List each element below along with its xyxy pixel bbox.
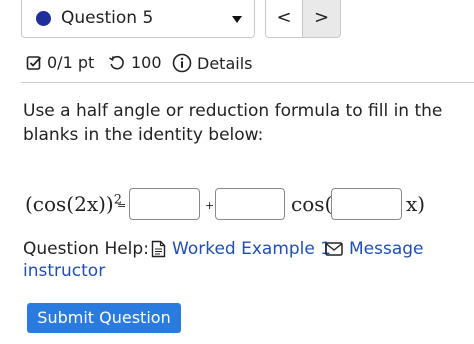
message-instructor-link-continued[interactable]: instructor bbox=[23, 260, 105, 282]
question-prompt: Use a half angle or reduction formula to… bbox=[23, 101, 443, 145]
previous-question-button[interactable]: < bbox=[265, 0, 303, 38]
info-icon bbox=[172, 53, 192, 73]
formula-lhs: (cos(2x))2 bbox=[25, 192, 123, 216]
equals-sign: = bbox=[117, 199, 127, 212]
formula-row: (cos(2x))2 = + cos( x) bbox=[25, 186, 465, 224]
message-instructor-link[interactable]: Message bbox=[325, 238, 424, 260]
cos-open: cos( bbox=[291, 192, 333, 216]
retry-icon bbox=[109, 55, 124, 70]
question-label: Question 5 bbox=[61, 8, 154, 28]
question-navigation-bar: Question 5 < > bbox=[0, 0, 474, 40]
divider bbox=[21, 82, 474, 83]
details-button[interactable]: Details bbox=[172, 53, 252, 73]
question-help-label: Question Help: bbox=[23, 239, 149, 259]
question-status-dot bbox=[36, 11, 51, 26]
answer-blank-2[interactable] bbox=[215, 188, 285, 220]
x-close: x) bbox=[406, 192, 426, 216]
answer-blank-1[interactable] bbox=[129, 188, 200, 220]
envelope-icon bbox=[325, 242, 343, 256]
message-label: Message bbox=[349, 239, 424, 259]
score-indicator: 0/1 pt bbox=[26, 53, 94, 72]
question-selector[interactable]: Question 5 bbox=[21, 0, 255, 38]
tries-indicator: 100 bbox=[108, 53, 162, 72]
checkbox-icon bbox=[26, 55, 42, 70]
details-label: Details bbox=[197, 53, 253, 73]
caret-down-icon bbox=[232, 16, 242, 23]
answer-blank-3[interactable] bbox=[331, 188, 402, 220]
worked-example-label: Worked Example 1 bbox=[172, 239, 332, 259]
tries-text: 100 bbox=[131, 53, 162, 72]
worked-example-link[interactable]: Worked Example 1 bbox=[151, 238, 331, 260]
next-question-button[interactable]: > bbox=[303, 0, 341, 38]
plus-sign: + bbox=[205, 199, 215, 212]
document-icon bbox=[151, 240, 166, 258]
score-text: 0/1 pt bbox=[47, 53, 95, 72]
submit-question-button[interactable]: Submit Question bbox=[27, 303, 181, 333]
